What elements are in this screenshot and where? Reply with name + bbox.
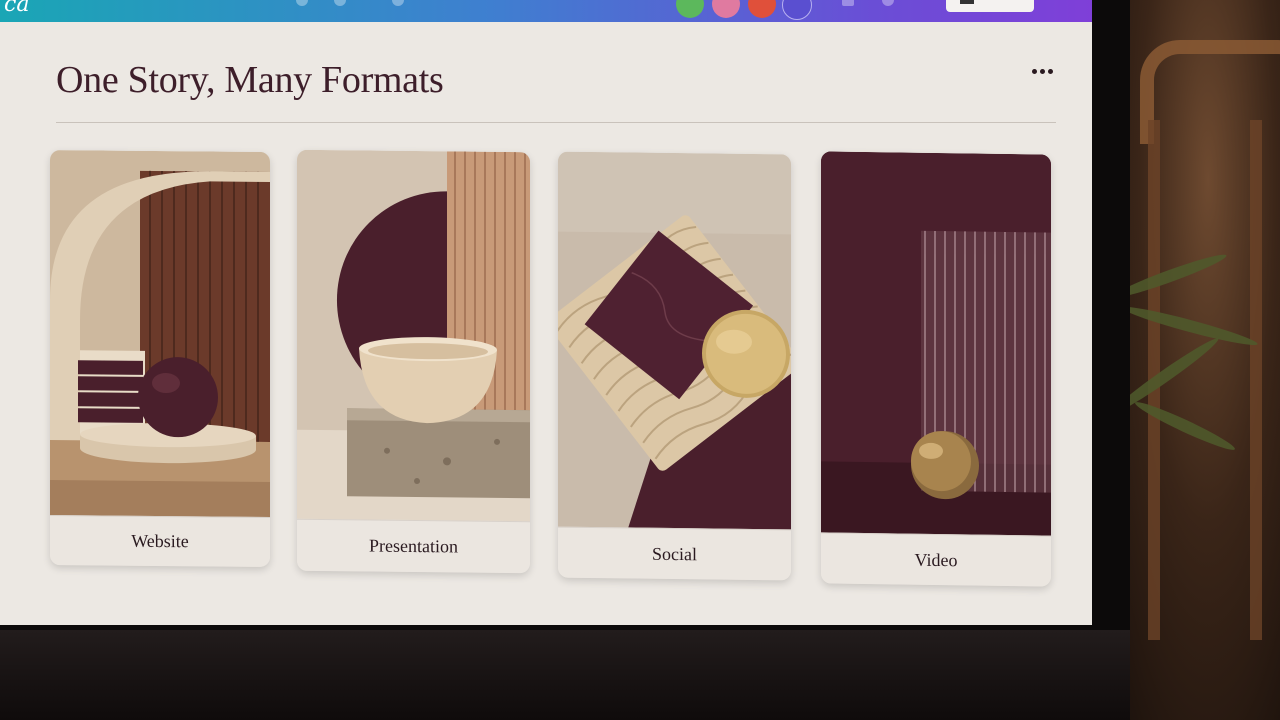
share-icon xyxy=(960,0,974,4)
card-label: Social xyxy=(558,526,791,581)
avatar[interactable] xyxy=(712,0,740,18)
app-top-bar: ca xyxy=(0,0,1092,22)
comment-icon[interactable] xyxy=(882,0,894,6)
website-thumbnail xyxy=(50,150,270,518)
format-card-website[interactable]: Website xyxy=(50,150,270,567)
presentation-thumbnail xyxy=(297,149,530,523)
avatar[interactable] xyxy=(676,0,704,18)
add-collaborator-icon[interactable] xyxy=(782,0,812,20)
page-title: One Story, Many Formats xyxy=(56,59,444,101)
dot xyxy=(1032,69,1037,74)
social-thumbnail xyxy=(558,151,791,531)
share-button[interactable] xyxy=(946,0,1034,12)
avatar[interactable] xyxy=(748,0,776,18)
chart-icon[interactable] xyxy=(842,0,854,6)
app-screen: ca One Story, Many Formats Website Prese… xyxy=(0,0,1092,625)
undo-icon[interactable] xyxy=(296,0,308,6)
card-label: Video xyxy=(821,532,1051,587)
title-divider xyxy=(56,122,1056,123)
chair-leg xyxy=(1250,120,1262,640)
format-card-social[interactable]: Social xyxy=(558,151,791,581)
format-card-presentation[interactable]: Presentation xyxy=(297,149,530,574)
format-card-video[interactable]: Video xyxy=(821,151,1051,587)
monitor-base xyxy=(0,630,1130,720)
app-logo: ca xyxy=(4,0,30,17)
more-options-icon[interactable] xyxy=(1028,60,1058,82)
video-thumbnail xyxy=(821,151,1051,537)
dot xyxy=(1048,69,1053,74)
card-label: Presentation xyxy=(297,518,530,574)
redo-icon[interactable] xyxy=(334,0,346,6)
plant-leaf xyxy=(1120,302,1260,350)
card-label: Website xyxy=(50,515,270,567)
cloud-icon[interactable] xyxy=(392,0,404,6)
dot xyxy=(1040,69,1045,74)
